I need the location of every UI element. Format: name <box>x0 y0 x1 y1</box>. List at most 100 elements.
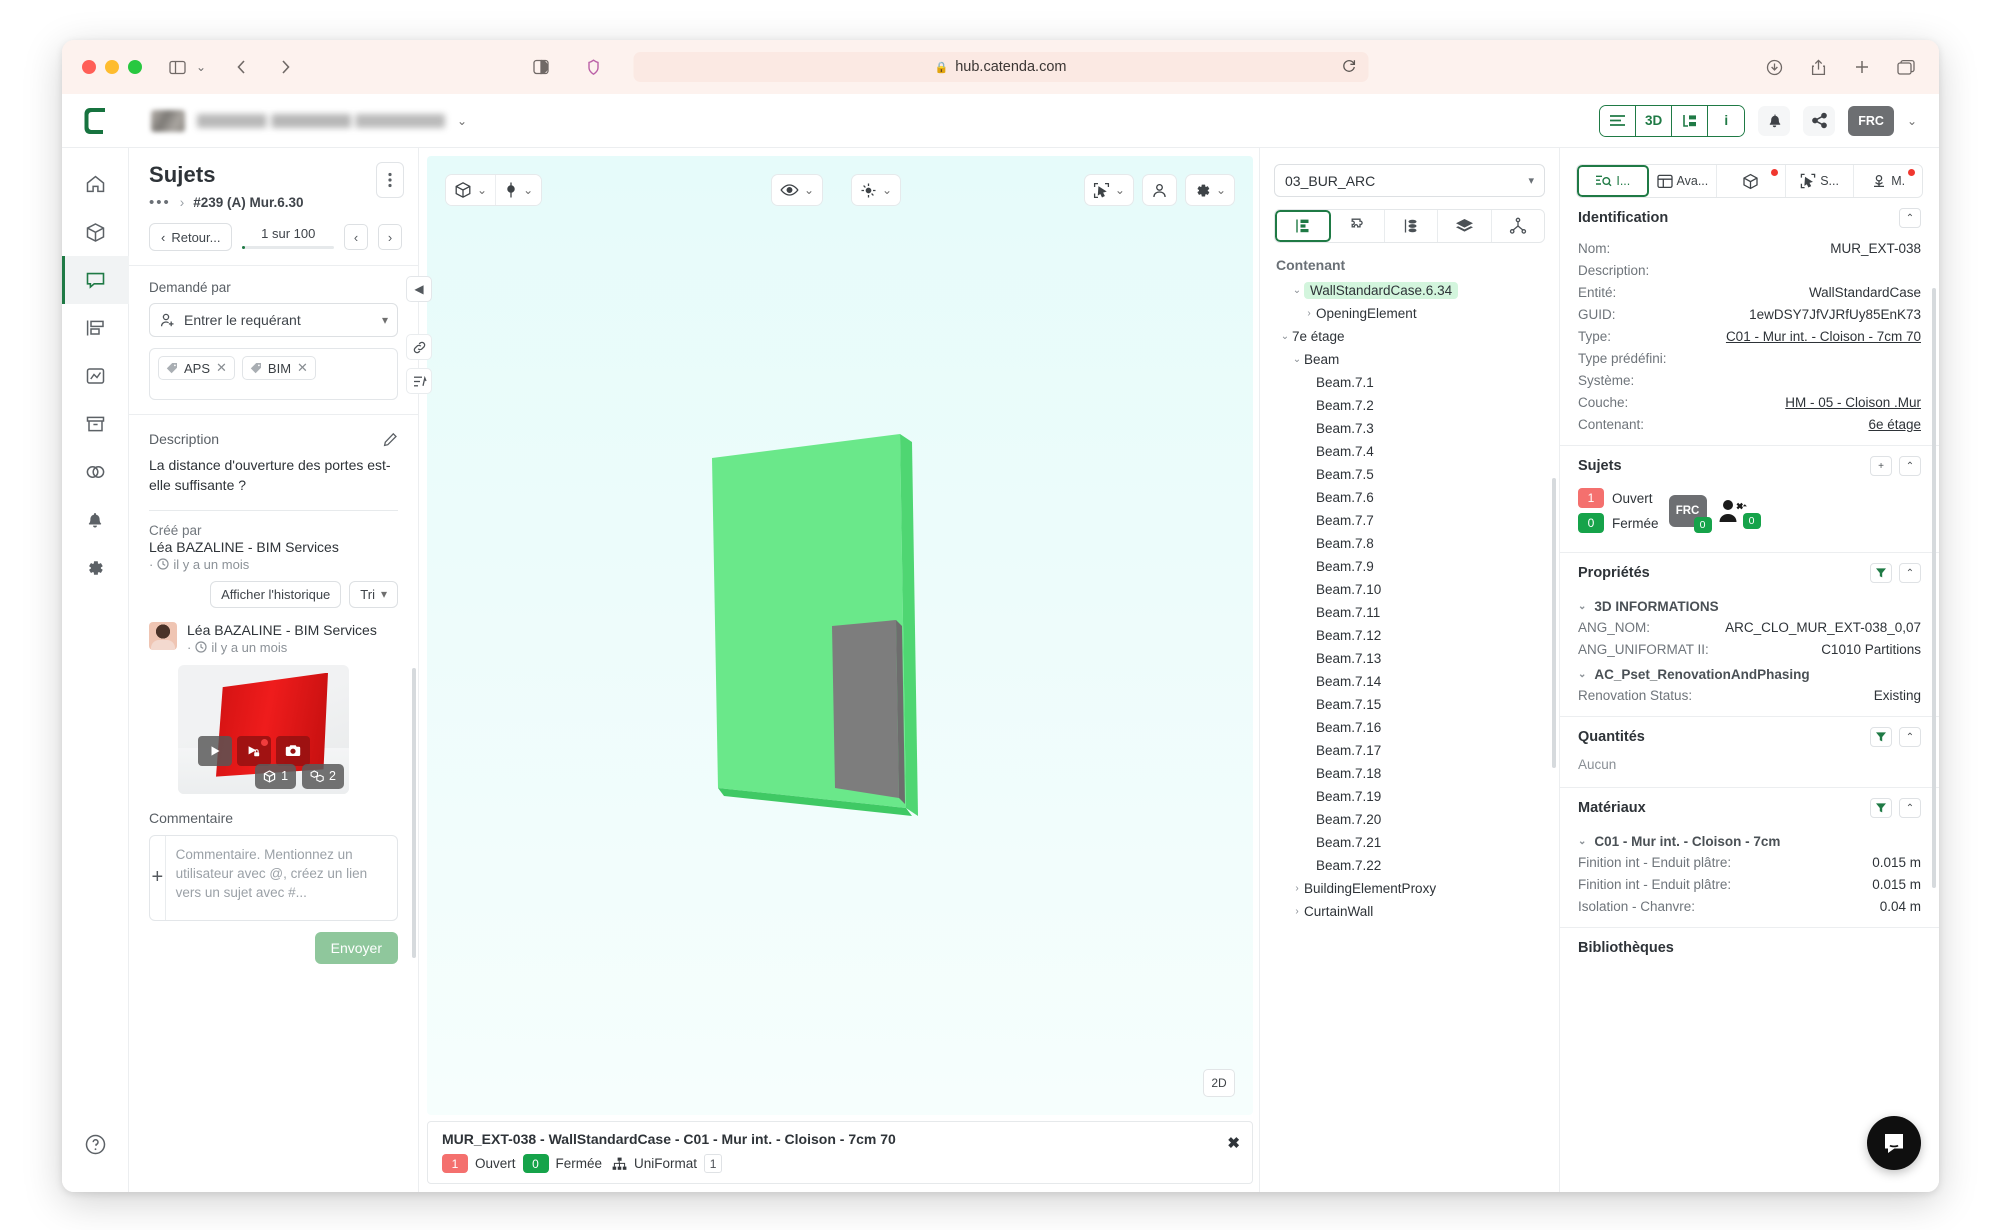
address-bar[interactable]: 🔒 hub.catenda.com <box>633 52 1368 82</box>
send-button[interactable]: Envoyer <box>314 931 398 964</box>
tab-stack[interactable] <box>1384 210 1439 242</box>
catenda-logo[interactable] <box>62 94 129 148</box>
pin-icon[interactable]: ⌄ <box>496 175 542 205</box>
tree-node[interactable]: Beam.7.21 <box>1260 831 1559 854</box>
properties-tabs[interactable]: I... Ava... S... M. <box>1576 164 1923 198</box>
remove-tag-icon[interactable]: ✕ <box>216 360 227 376</box>
sidebar-item-home[interactable] <box>62 160 129 208</box>
sidebar-item-archive[interactable] <box>62 400 129 448</box>
tab-layers[interactable] <box>1438 210 1492 242</box>
reader-view-icon[interactable] <box>528 55 554 79</box>
property-value[interactable]: C01 - Mur int. - Cloison - 7cm 70 <box>1726 326 1921 348</box>
properties-scrollbar[interactable] <box>1932 288 1936 888</box>
plus-icon[interactable]: + <box>150 835 166 920</box>
tree-node[interactable]: Beam.7.18 <box>1260 762 1559 785</box>
person-icon[interactable] <box>1141 174 1177 206</box>
3d-view-button[interactable]: 3D <box>1635 105 1673 136</box>
viewer-toolbar-explode[interactable]: ⌄ <box>850 174 901 206</box>
tab-geometry[interactable] <box>1717 165 1786 197</box>
collapse-materiaux-button[interactable]: ⌃ <box>1899 798 1921 818</box>
sidebar-item-models[interactable] <box>62 208 129 256</box>
close-window-button[interactable] <box>82 60 96 74</box>
chevron-right-icon[interactable]: › <box>1290 883 1304 894</box>
chevron-down-icon[interactable]: ⌄ <box>1278 331 1292 342</box>
tree-node[interactable]: Beam.7.22 <box>1260 854 1559 877</box>
link-icon[interactable] <box>406 334 432 360</box>
remove-tag-icon[interactable]: ✕ <box>297 360 308 376</box>
breadcrumb-overflow-icon[interactable]: ••• <box>149 194 171 211</box>
share-icon[interactable] <box>1805 55 1831 79</box>
tab-identification[interactable]: I... <box>1577 165 1649 197</box>
tree-node[interactable]: Beam.7.2 <box>1260 394 1559 417</box>
tree-node[interactable]: Beam.7.13 <box>1260 647 1559 670</box>
share-icon[interactable] <box>1803 105 1836 136</box>
sidebar-item-compare[interactable] <box>62 448 129 496</box>
tab-topology[interactable] <box>1491 210 1544 242</box>
collapse-proprietes-button[interactable]: ⌃ <box>1899 563 1921 583</box>
collapse-identification-button[interactable]: ⌃ <box>1899 208 1921 228</box>
tree-node[interactable]: Beam.7.4 <box>1260 440 1559 463</box>
comment-input-wrapper[interactable]: + Commentaire. Mentionnez un utilisateur… <box>149 834 398 921</box>
window-controls[interactable] <box>82 60 142 74</box>
privacy-shield-icon[interactable] <box>580 55 606 79</box>
tree-node[interactable]: Beam.7.20 <box>1260 808 1559 831</box>
viewer-toolbar-right[interactable]: ⌄ ⌄ <box>1083 174 1235 206</box>
user-avatar[interactable]: FRC <box>1848 105 1894 136</box>
tree-node[interactable]: ⌄ Beam <box>1260 348 1559 371</box>
tree-node[interactable]: Beam.7.19 <box>1260 785 1559 808</box>
3d-viewer[interactable]: ⌄ ⌄ ⌄ ⌄ ⌄ ⌄ 2D <box>427 156 1253 1115</box>
forward-nav-icon[interactable] <box>272 55 298 79</box>
tab-overview-icon[interactable] <box>1893 55 1919 79</box>
reload-icon[interactable] <box>1341 58 1356 73</box>
view-mode-toggle[interactable]: 3D i <box>1598 104 1746 137</box>
downloads-icon[interactable] <box>1761 55 1787 79</box>
property-group-header[interactable]: ⌄ 3D INFORMATIONS <box>1578 593 1921 617</box>
chevron-down-icon[interactable]: ▾ <box>382 313 388 327</box>
toggle-2d-button[interactable]: 2D <box>1203 1069 1235 1097</box>
play-icon[interactable] <box>198 735 232 766</box>
sujets-scrollbar[interactable] <box>412 668 416 958</box>
property-value[interactable]: HM - 05 - Cloison .Mur <box>1785 392 1921 414</box>
requester-select[interactable]: Entrer le requérant ▾ <box>149 303 398 337</box>
tree-list[interactable]: ⌄ WallStandardCase.6.34 › OpeningElement ⌄ 7e… <box>1260 279 1559 1192</box>
tag-chip[interactable]: BIM ✕ <box>241 356 316 380</box>
sidebar-item-settings[interactable] <box>62 544 129 592</box>
tree-node[interactable]: Beam.7.1 <box>1260 371 1559 394</box>
tree-node[interactable]: › BuildingElementProxy <box>1260 877 1559 900</box>
tree-node[interactable]: Beam.7.6 <box>1260 486 1559 509</box>
collapse-panel-button[interactable]: ◀ <box>406 276 432 302</box>
camera-icon[interactable] <box>276 735 310 766</box>
intercom-chat-icon[interactable] <box>1867 1116 1921 1170</box>
property-value[interactable]: 6e étage <box>1868 414 1921 436</box>
filter-icon[interactable] <box>1870 727 1892 747</box>
model-selector[interactable]: 03_BUR_ARC ▾ <box>1274 164 1545 197</box>
sidebar-item-notifications[interactable] <box>62 496 129 544</box>
tab-measure[interactable]: M. <box>1854 165 1922 197</box>
minimize-window-button[interactable] <box>105 60 119 74</box>
sort-order-icon[interactable] <box>406 368 432 394</box>
comment-snapshot[interactable]: 1 2 <box>178 664 349 794</box>
tree-node[interactable]: Beam.7.17 <box>1260 739 1559 762</box>
gear-icon[interactable]: ⌄ <box>1184 174 1235 206</box>
chevron-down-icon[interactable]: ⌄ <box>1290 285 1304 296</box>
tag-chip[interactable]: APS ✕ <box>158 356 235 380</box>
select-icon[interactable]: ⌄ <box>1083 174 1134 206</box>
back-nav-icon[interactable] <box>228 55 254 79</box>
snapshot-controls[interactable] <box>198 735 310 766</box>
tree-scrollbar[interactable] <box>1552 478 1556 768</box>
sidebar-item-issues[interactable] <box>62 256 129 304</box>
explode-icon[interactable]: ⌄ <box>851 175 900 205</box>
tree-node[interactable]: Beam.7.5 <box>1260 463 1559 486</box>
play-lock-icon[interactable] <box>237 735 271 766</box>
tree-node[interactable]: Beam.7.14 <box>1260 670 1559 693</box>
filter-icon[interactable] <box>1870 563 1892 583</box>
chevron-down-icon[interactable]: ⌄ <box>1290 354 1304 365</box>
maximize-window-button[interactable] <box>128 60 142 74</box>
materiaux-group-header[interactable]: ⌄ C01 - Mur int. - Cloison - 7cm <box>1578 828 1921 852</box>
add-sujet-button[interactable]: + <box>1870 456 1892 476</box>
tree-node[interactable]: Beam.7.7 <box>1260 509 1559 532</box>
tree-view-button[interactable] <box>1672 105 1709 136</box>
tree-node[interactable]: Beam.7.15 <box>1260 693 1559 716</box>
sidebar-item-reports[interactable] <box>62 352 129 400</box>
tree-node[interactable]: ⌄ WallStandardCase.6.34 <box>1260 279 1559 302</box>
